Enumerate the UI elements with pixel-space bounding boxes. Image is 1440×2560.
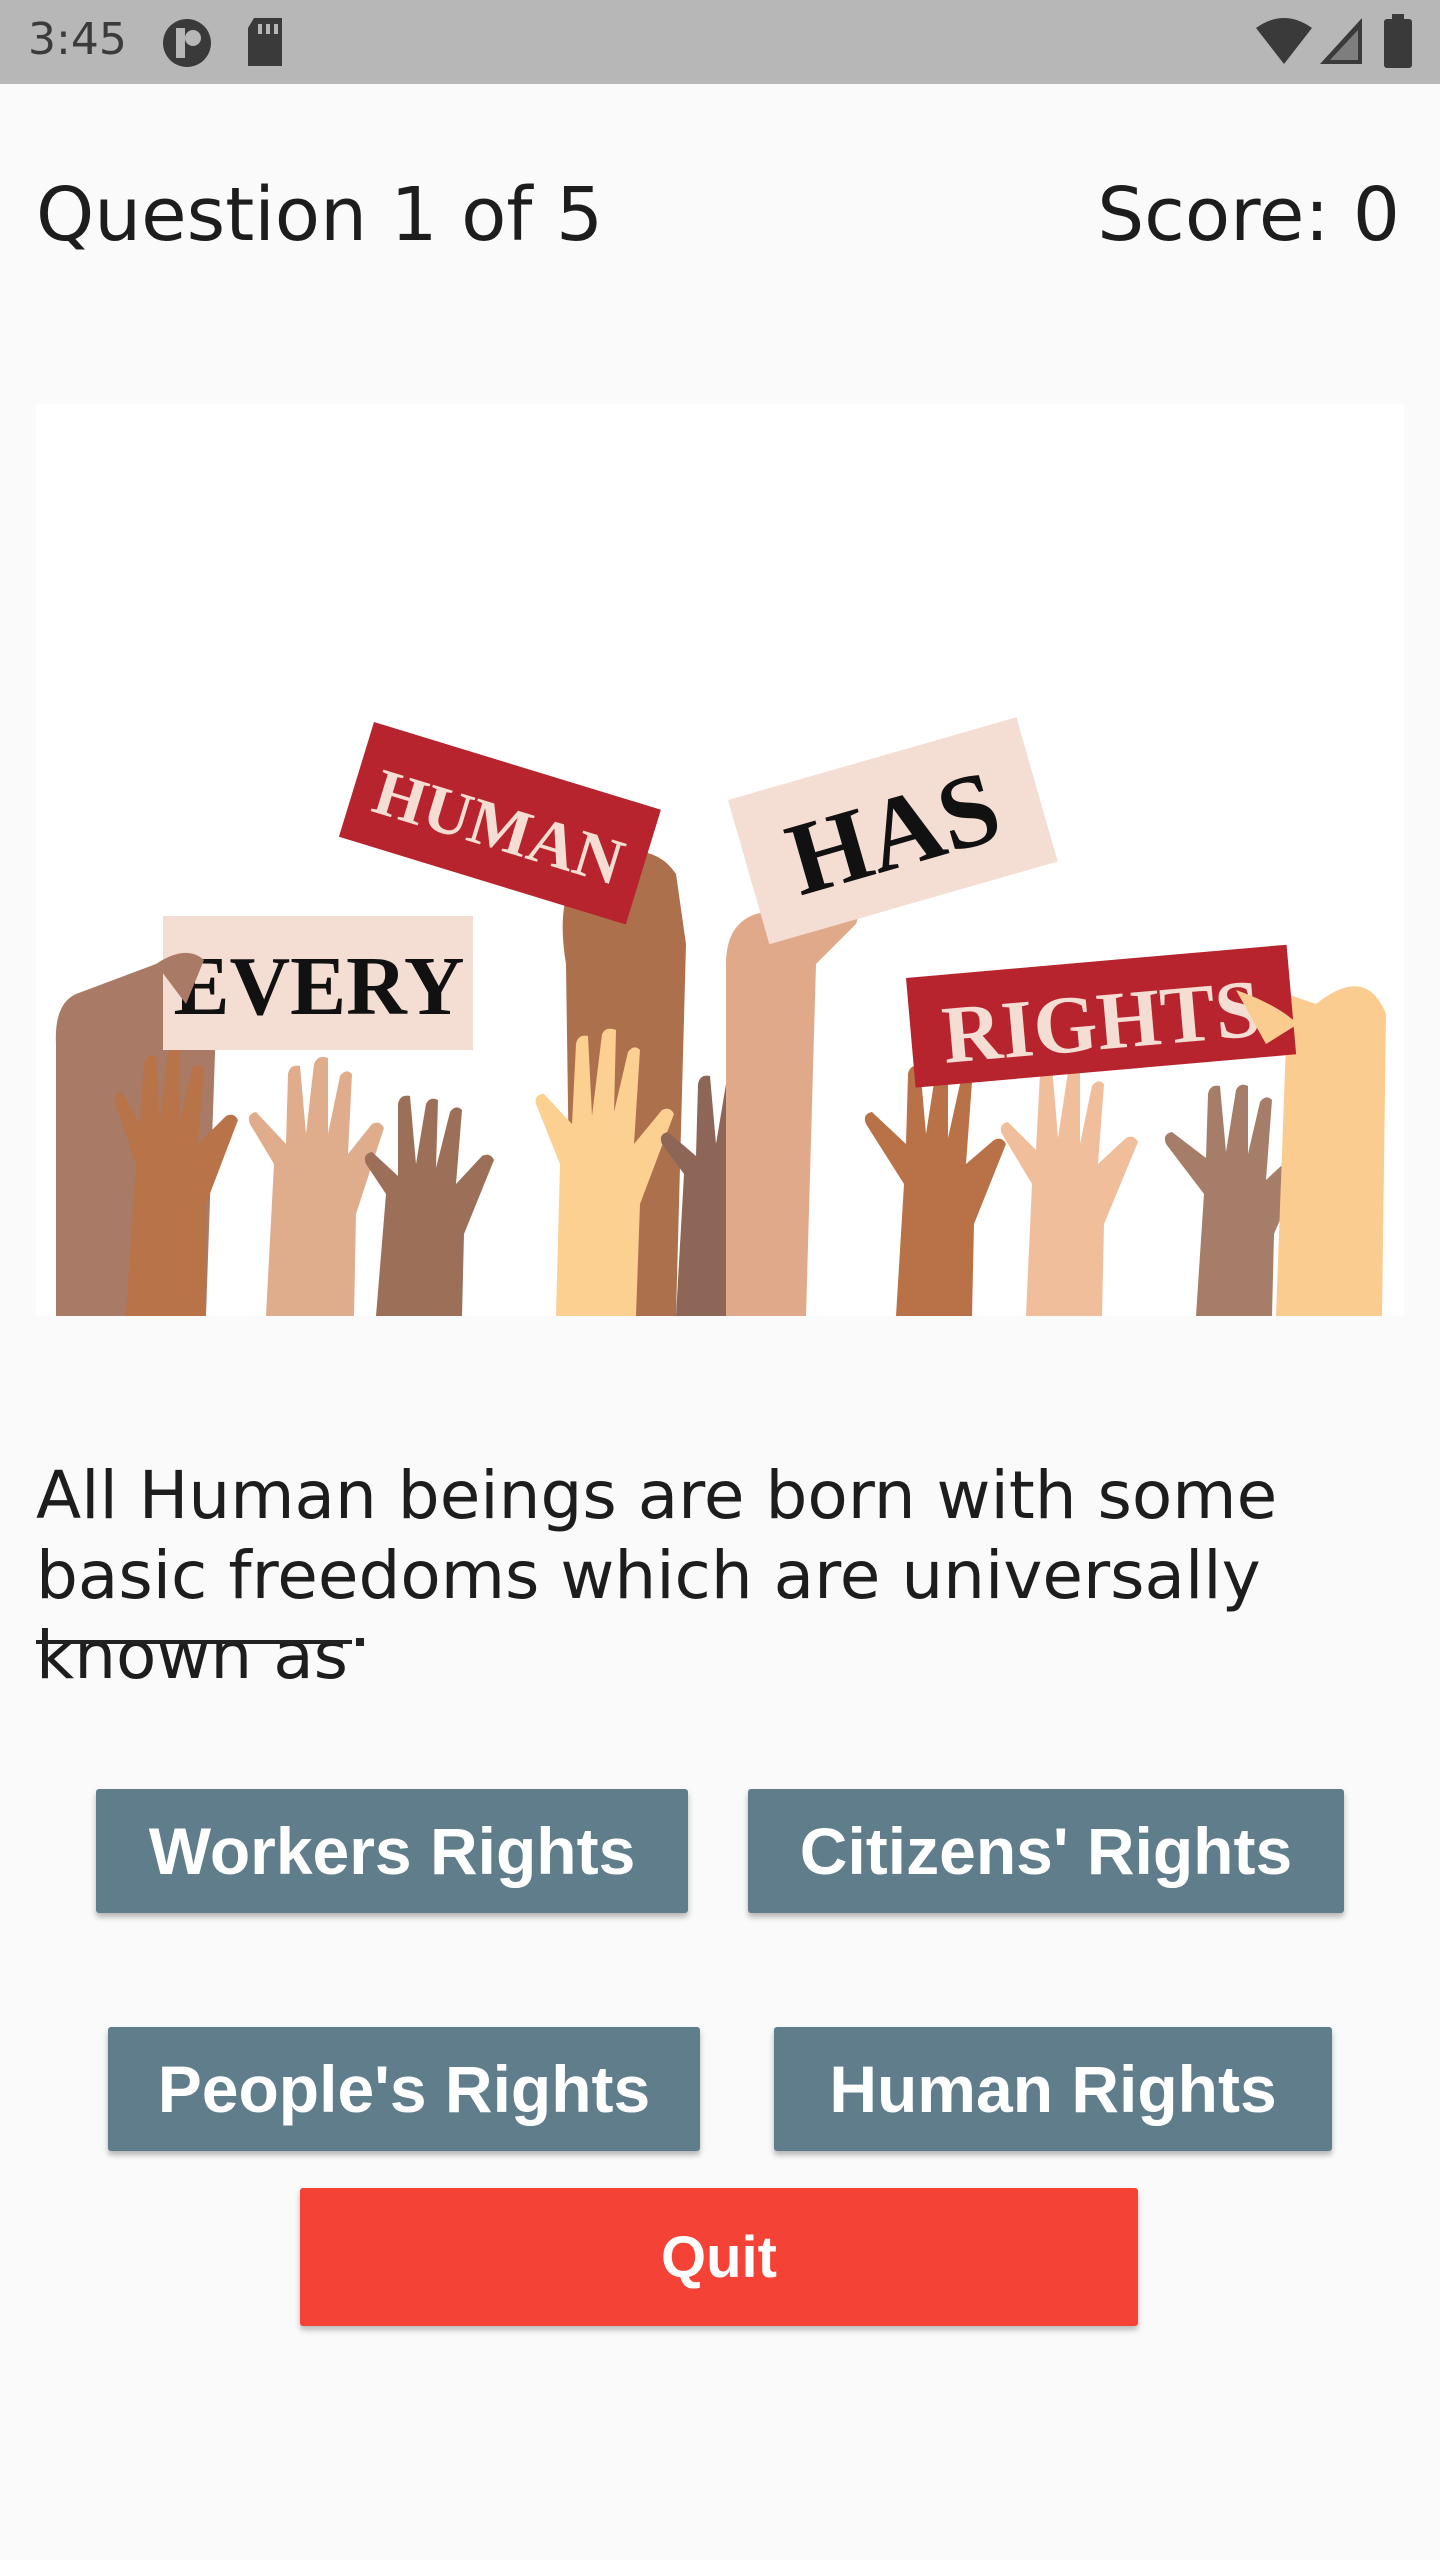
every-sign: EVERY — [163, 916, 473, 1050]
sd-card-icon — [244, 16, 286, 75]
battery-icon — [1384, 14, 1412, 73]
rights-sign: RIGHTS — [905, 944, 1297, 1088]
sign-has-text: HAS — [775, 748, 1012, 917]
wifi-icon — [1256, 18, 1312, 69]
human-sign: HUMAN — [338, 722, 661, 925]
answer-blank-period — [356, 1638, 364, 1646]
question-text: All Human beings are born with some basi… — [36, 1457, 1278, 1694]
answer-blank — [36, 1640, 352, 1644]
quit-button[interactable]: Quit — [300, 2188, 1138, 2326]
status-time: 3:45 — [28, 14, 127, 65]
question-counter: Question 1 of 5 — [36, 172, 604, 258]
answer-button-human-rights[interactable]: Human Rights — [774, 2027, 1332, 2151]
notification-dot-icon — [160, 16, 214, 75]
sign-every-text: EVERY — [173, 940, 464, 1033]
answer-button-peoples-rights[interactable]: People's Rights — [108, 2027, 700, 2151]
score-label: Score: 0 — [1097, 172, 1400, 258]
status-bar: 3:45 — [0, 0, 1440, 84]
answer-button-workers-rights[interactable]: Workers Rights — [96, 1789, 688, 1913]
has-sign: HAS — [728, 717, 1058, 945]
question-image: EVERY HUMAN HAS RIGHTS — [36, 404, 1404, 1316]
signal-icon — [1318, 16, 1364, 71]
answer-button-citizens-rights[interactable]: Citizens' Rights — [748, 1789, 1344, 1913]
